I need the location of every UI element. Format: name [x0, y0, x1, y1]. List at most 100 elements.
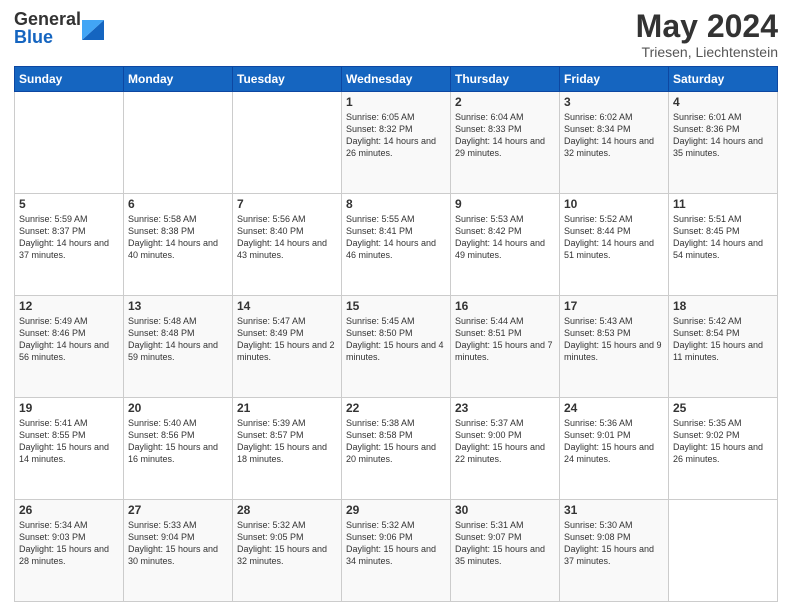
- day-number: 10: [564, 197, 664, 211]
- day-number: 9: [455, 197, 555, 211]
- day-cell: 29Sunrise: 5:32 AMSunset: 9:06 PMDayligh…: [342, 500, 451, 602]
- logo: General Blue: [14, 10, 104, 46]
- day-cell: [233, 92, 342, 194]
- column-header-tuesday: Tuesday: [233, 67, 342, 92]
- column-header-thursday: Thursday: [451, 67, 560, 92]
- column-header-saturday: Saturday: [669, 67, 778, 92]
- day-info: Sunrise: 5:37 AMSunset: 9:00 PMDaylight:…: [455, 417, 555, 466]
- week-row-4: 19 Sunrise: 5:41 AMSunset: 8:55 PMDayligh…: [15, 398, 778, 500]
- day-number: 25: [673, 401, 773, 415]
- week-row-2: 5 Sunrise: 5:59 AMSunset: 8:37 PMDaylight…: [15, 194, 778, 296]
- day-cell: [124, 92, 233, 194]
- day-number: 17: [564, 299, 664, 313]
- day-number: 28: [237, 503, 337, 517]
- day-cell: 6 Sunrise: 5:58 AMSunset: 8:38 PMDaylight…: [124, 194, 233, 296]
- day-info: Sunrise: 5:49 AMSunset: 8:46 PMDaylight:…: [19, 315, 119, 364]
- day-info: Sunrise: 5:42 AMSunset: 8:54 PMDaylight:…: [673, 315, 773, 364]
- day-info: Sunrise: 5:41 AMSunset: 8:55 PMDaylight:…: [19, 417, 119, 466]
- day-number: 24: [564, 401, 664, 415]
- day-info: Sunrise: 5:58 AMSunset: 8:38 PMDaylight:…: [128, 213, 228, 262]
- day-cell: 18 Sunrise: 5:42 AMSunset: 8:54 PMDayligh…: [669, 296, 778, 398]
- column-header-wednesday: Wednesday: [342, 67, 451, 92]
- day-cell: 21Sunrise: 5:39 AMSunset: 8:57 PMDayligh…: [233, 398, 342, 500]
- day-number: 22: [346, 401, 446, 415]
- day-info: Sunrise: 5:51 AMSunset: 8:45 PMDaylight:…: [673, 213, 773, 262]
- day-number: 2: [455, 95, 555, 109]
- day-number: 18: [673, 299, 773, 313]
- day-number: 27: [128, 503, 228, 517]
- day-number: 16: [455, 299, 555, 313]
- day-number: 5: [19, 197, 119, 211]
- day-info: Sunrise: 5:38 AMSunset: 8:58 PMDaylight:…: [346, 417, 446, 466]
- column-header-friday: Friday: [560, 67, 669, 92]
- day-info: Sunrise: 5:31 AMSunset: 9:07 PMDaylight:…: [455, 519, 555, 568]
- day-info: Sunrise: 6:01 AMSunset: 8:36 PMDaylight:…: [673, 111, 773, 160]
- week-row-5: 26 Sunrise: 5:34 AMSunset: 9:03 PMDayligh…: [15, 500, 778, 602]
- day-info: Sunrise: 5:30 AMSunset: 9:08 PMDaylight:…: [564, 519, 664, 568]
- day-number: 23: [455, 401, 555, 415]
- day-cell: 2 Sunrise: 6:04 AMSunset: 8:33 PMDaylight…: [451, 92, 560, 194]
- day-info: Sunrise: 5:35 AMSunset: 9:02 PMDaylight:…: [673, 417, 773, 466]
- day-number: 15: [346, 299, 446, 313]
- day-cell: 19 Sunrise: 5:41 AMSunset: 8:55 PMDayligh…: [15, 398, 124, 500]
- logo-blue: Blue: [14, 28, 81, 46]
- calendar-table: SundayMondayTuesdayWednesdayThursdayFrid…: [14, 66, 778, 602]
- day-cell: 13Sunrise: 5:48 AMSunset: 8:48 PMDayligh…: [124, 296, 233, 398]
- day-number: 29: [346, 503, 446, 517]
- day-number: 31: [564, 503, 664, 517]
- day-number: 1: [346, 95, 446, 109]
- day-cell: 8 Sunrise: 5:55 AMSunset: 8:41 PMDaylight…: [342, 194, 451, 296]
- page: General Blue May 2024 Triesen, Liechtens…: [0, 0, 792, 612]
- day-info: Sunrise: 6:05 AMSunset: 8:32 PMDaylight:…: [346, 111, 446, 160]
- day-info: Sunrise: 5:53 AMSunset: 8:42 PMDaylight:…: [455, 213, 555, 262]
- day-info: Sunrise: 5:47 AMSunset: 8:49 PMDaylight:…: [237, 315, 337, 364]
- day-cell: 15 Sunrise: 5:45 AMSunset: 8:50 PMDayligh…: [342, 296, 451, 398]
- day-cell: 7 Sunrise: 5:56 AMSunset: 8:40 PMDaylight…: [233, 194, 342, 296]
- day-info: Sunrise: 5:36 AMSunset: 9:01 PMDaylight:…: [564, 417, 664, 466]
- day-info: Sunrise: 5:55 AMSunset: 8:41 PMDaylight:…: [346, 213, 446, 262]
- day-number: 6: [128, 197, 228, 211]
- logo-general: General: [14, 10, 81, 28]
- week-row-3: 12Sunrise: 5:49 AMSunset: 8:46 PMDayligh…: [15, 296, 778, 398]
- day-number: 30: [455, 503, 555, 517]
- day-number: 8: [346, 197, 446, 211]
- day-cell: 30 Sunrise: 5:31 AMSunset: 9:07 PMDayligh…: [451, 500, 560, 602]
- column-header-sunday: Sunday: [15, 67, 124, 92]
- day-number: 19: [19, 401, 119, 415]
- day-cell: 14 Sunrise: 5:47 AMSunset: 8:49 PMDayligh…: [233, 296, 342, 398]
- day-info: Sunrise: 5:40 AMSunset: 8:56 PMDaylight:…: [128, 417, 228, 466]
- day-cell: [15, 92, 124, 194]
- day-number: 3: [564, 95, 664, 109]
- title-area: May 2024 Triesen, Liechtenstein: [636, 10, 778, 60]
- day-cell: 11 Sunrise: 5:51 AMSunset: 8:45 PMDayligh…: [669, 194, 778, 296]
- day-cell: 17Sunrise: 5:43 AMSunset: 8:53 PMDayligh…: [560, 296, 669, 398]
- day-number: 11: [673, 197, 773, 211]
- day-info: Sunrise: 6:04 AMSunset: 8:33 PMDaylight:…: [455, 111, 555, 160]
- day-cell: 24 Sunrise: 5:36 AMSunset: 9:01 PMDayligh…: [560, 398, 669, 500]
- day-info: Sunrise: 5:52 AMSunset: 8:44 PMDaylight:…: [564, 213, 664, 262]
- day-cell: 3 Sunrise: 6:02 AMSunset: 8:34 PMDaylight…: [560, 92, 669, 194]
- day-number: 7: [237, 197, 337, 211]
- column-header-monday: Monday: [124, 67, 233, 92]
- day-cell: 22 Sunrise: 5:38 AMSunset: 8:58 PMDayligh…: [342, 398, 451, 500]
- day-cell: 28 Sunrise: 5:32 AMSunset: 9:05 PMDayligh…: [233, 500, 342, 602]
- day-cell: 4 Sunrise: 6:01 AMSunset: 8:36 PMDaylight…: [669, 92, 778, 194]
- day-number: 14: [237, 299, 337, 313]
- day-info: Sunrise: 5:32 AMSunset: 9:05 PMDaylight:…: [237, 519, 337, 568]
- day-info: Sunrise: 6:02 AMSunset: 8:34 PMDaylight:…: [564, 111, 664, 160]
- day-info: Sunrise: 5:45 AMSunset: 8:50 PMDaylight:…: [346, 315, 446, 364]
- day-number: 4: [673, 95, 773, 109]
- day-cell: 31 Sunrise: 5:30 AMSunset: 9:08 PMDayligh…: [560, 500, 669, 602]
- day-info: Sunrise: 5:34 AMSunset: 9:03 PMDaylight:…: [19, 519, 119, 568]
- day-cell: 26 Sunrise: 5:34 AMSunset: 9:03 PMDayligh…: [15, 500, 124, 602]
- location: Triesen, Liechtenstein: [636, 44, 778, 60]
- day-cell: 23 Sunrise: 5:37 AMSunset: 9:00 PMDayligh…: [451, 398, 560, 500]
- header: General Blue May 2024 Triesen, Liechtens…: [14, 10, 778, 60]
- day-info: Sunrise: 5:56 AMSunset: 8:40 PMDaylight:…: [237, 213, 337, 262]
- day-cell: 1 Sunrise: 6:05 AMSunset: 8:32 PMDaylight…: [342, 92, 451, 194]
- week-row-1: 1 Sunrise: 6:05 AMSunset: 8:32 PMDaylight…: [15, 92, 778, 194]
- day-number: 26: [19, 503, 119, 517]
- day-info: Sunrise: 5:33 AMSunset: 9:04 PMDaylight:…: [128, 519, 228, 568]
- day-number: 21: [237, 401, 337, 415]
- day-info: Sunrise: 5:59 AMSunset: 8:37 PMDaylight:…: [19, 213, 119, 262]
